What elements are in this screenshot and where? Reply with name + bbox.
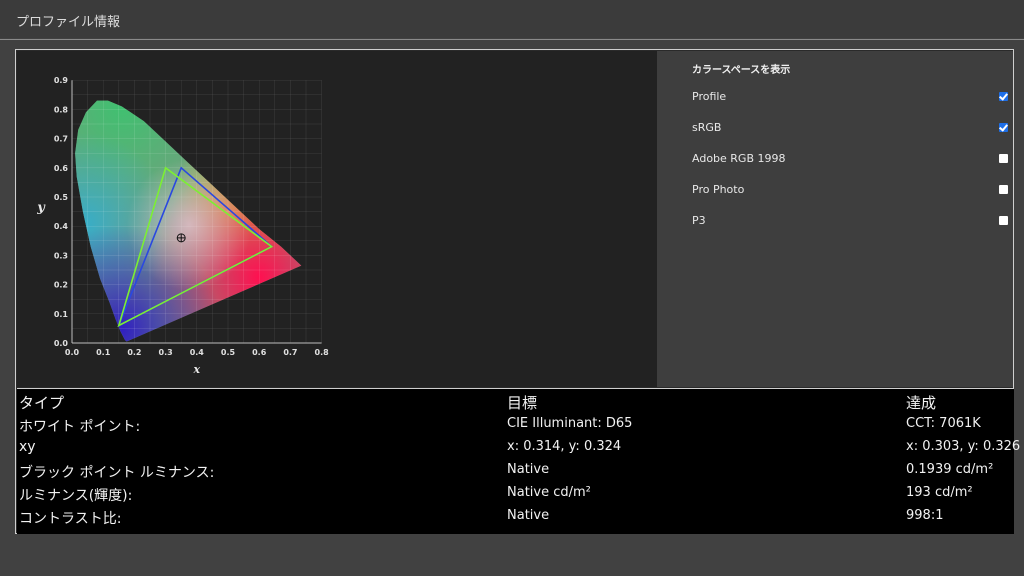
window-title: プロファイル情報	[16, 15, 121, 30]
title-divider	[0, 39, 1024, 40]
row-achieved: 998:1	[906, 508, 944, 523]
chromaticity-chart-area: 0.9 0.8 0.7 0.6 0.5 0.4 0.3 0.2 0.1 0.0 0.0 0.1 0.2 0…	[17, 51, 657, 387]
x-tick-label: 0.6	[252, 348, 267, 357]
row-target: CIE Illuminant: D65	[507, 416, 633, 431]
header-achieved: 達成	[906, 394, 937, 412]
y-tick-label: 0.7	[54, 135, 68, 144]
checkbox[interactable]	[999, 123, 1008, 132]
profile-info-panel: 0.9 0.8 0.7 0.6 0.5 0.4 0.3 0.2 0.1 0.0 0.0 0.1 0.2 0…	[15, 49, 1020, 534]
x-tick-label: 0.4	[190, 348, 205, 357]
header-target: 目標	[507, 394, 538, 412]
colorspace-toggle-profile[interactable]: Profile	[692, 89, 1008, 107]
colorspace-toggle-p3[interactable]: P3	[692, 213, 1008, 231]
header-type: タイプ	[19, 394, 65, 412]
x-tick-label: 0.1	[96, 348, 111, 357]
table-header: タイプ 目標 達成	[17, 390, 1014, 413]
y-tick-label: 0.9	[54, 76, 69, 85]
row-label: ブラック ポイント ルミナンス:	[19, 465, 215, 481]
row-target: Native	[507, 508, 550, 523]
checkbox[interactable]	[999, 154, 1008, 163]
profile-info-table: タイプ 目標 達成 ホワイト ポイント: CIE Illuminant: D65…	[17, 388, 1020, 534]
y-tick-label: 0.5	[54, 193, 69, 202]
x-axis-label: x	[193, 363, 201, 376]
row-target: Native	[507, 462, 550, 477]
x-tick-label: 0.8	[315, 348, 330, 357]
table-row: xy x: 0.314, y: 0.324 x: 0.303, y: 0.326	[17, 437, 1020, 460]
row-target: x: 0.314, y: 0.324	[507, 439, 622, 454]
row-achieved: 0.1939 cd/m²	[906, 462, 994, 477]
y-tick-label: 0.3	[54, 251, 68, 260]
x-tick-label: 0.5	[221, 348, 236, 357]
colorspace-toggle-srgb[interactable]: sRGB	[692, 120, 1008, 138]
row-label: ルミナンス(輝度):	[19, 488, 133, 504]
checkbox[interactable]	[999, 185, 1008, 194]
colorspace-toggle-pro-photo[interactable]: Pro Photo	[692, 182, 1008, 200]
row-label: xy	[19, 439, 36, 455]
table-row: コントラスト比: Native 998:1	[17, 506, 1014, 529]
row-achieved: x: 0.303, y: 0.326	[906, 439, 1021, 454]
table-row: ブラック ポイント ルミナンス: Native 0.1939 cd/m²	[17, 460, 1014, 483]
colorspace-label: sRGB	[692, 121, 722, 134]
checkbox[interactable]	[999, 92, 1008, 101]
title-bar: プロファイル情報	[0, 0, 1024, 38]
row-achieved: CCT: 7061K	[906, 416, 981, 431]
y-axis-label: y	[36, 201, 46, 216]
x-tick-label: 0.7	[283, 348, 297, 357]
colorspace-label: Pro Photo	[692, 183, 745, 196]
y-tick-label: 0.4	[54, 222, 69, 231]
checkbox[interactable]	[999, 216, 1008, 225]
colorspace-label: Adobe RGB 1998	[692, 152, 786, 165]
row-label: コントラスト比:	[19, 511, 122, 527]
colorspace-toggle-adobe-rgb[interactable]: Adobe RGB 1998	[692, 151, 1008, 169]
colorspace-sidebar: カラースペースを表示 Profile sRGB Adobe RGB 1998 P…	[657, 51, 1013, 387]
x-tick-label: 0.2	[127, 348, 141, 357]
row-target: Native cd/m²	[507, 485, 591, 500]
cie-chromaticity-diagram: 0.9 0.8 0.7 0.6 0.5 0.4 0.3 0.2 0.1 0.00.0 0.1 0.2 0…	[36, 76, 330, 376]
table-row: ホワイト ポイント: CIE Illuminant: D65 CCT: 7061…	[17, 414, 1014, 437]
y-tick-label: 0.8	[54, 105, 69, 114]
colorspace-label: P3	[692, 214, 706, 227]
colorspace-label: Profile	[692, 90, 727, 103]
x-tick-label: 0.3	[159, 348, 173, 357]
row-label: ホワイト ポイント:	[19, 419, 141, 435]
y-tick-label: 0.1	[54, 310, 69, 319]
x-tick-label: 0.0	[65, 348, 80, 357]
colorspace-title: カラースペースを表示	[692, 65, 791, 76]
row-achieved: 193 cd/m²	[906, 485, 973, 500]
y-tick-label: 0.0	[54, 339, 69, 348]
white-point-marker	[176, 233, 186, 243]
y-tick-label: 0.6	[54, 164, 69, 173]
y-tick-label: 0.2	[54, 281, 68, 290]
table-row: ルミナンス(輝度): Native cd/m² 193 cd/m²	[17, 483, 1014, 506]
